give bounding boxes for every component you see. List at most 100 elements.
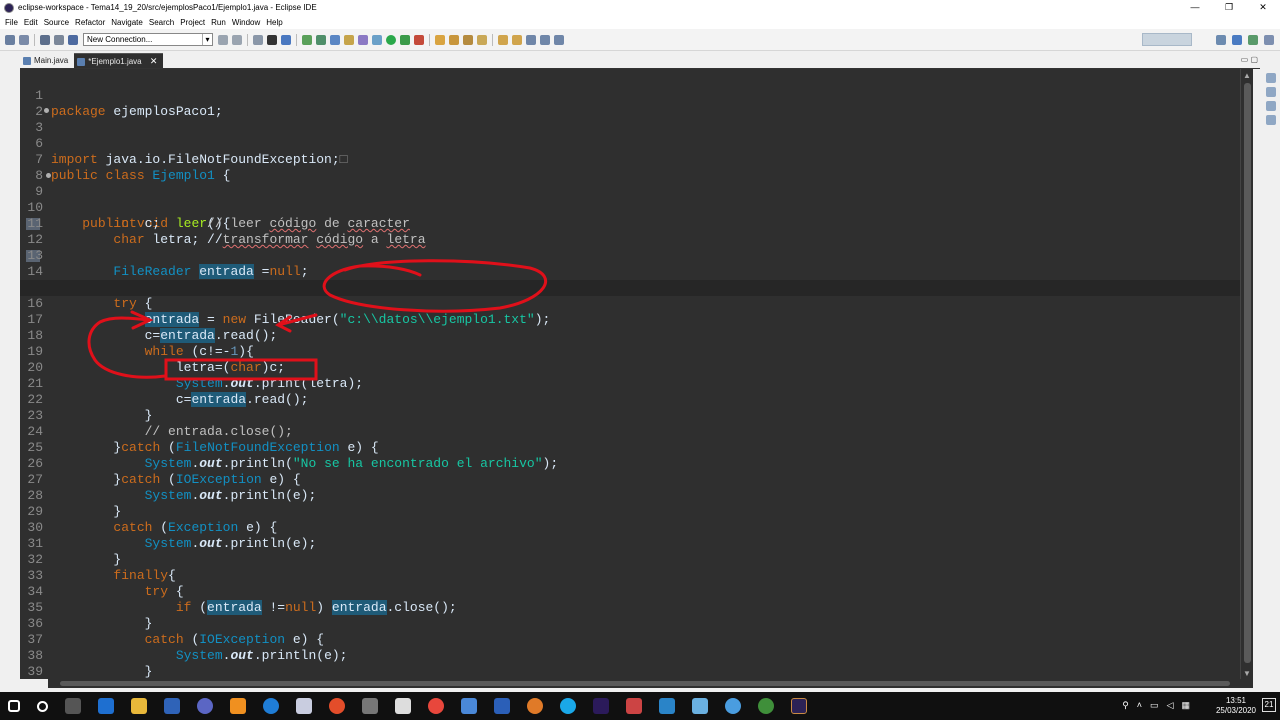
firefox-icon[interactable] <box>329 698 345 714</box>
word-icon[interactable] <box>494 698 510 714</box>
debug-perspective-icon[interactable] <box>1248 35 1258 45</box>
scroll-down-icon[interactable]: ▼ <box>1243 669 1251 678</box>
run-config-icon[interactable] <box>400 34 410 45</box>
chevron-down-icon[interactable]: ▾ <box>202 34 212 45</box>
next-annotation-icon[interactable] <box>498 34 508 45</box>
new-interface-icon[interactable] <box>344 34 354 45</box>
outline-icon[interactable] <box>1266 87 1276 97</box>
search-icon[interactable] <box>37 700 48 712</box>
file-explorer-icon[interactable] <box>131 698 147 714</box>
disconnect-icon[interactable] <box>232 34 242 45</box>
close-icon[interactable]: ✕ <box>150 56 158 66</box>
window-icon[interactable] <box>659 698 675 714</box>
tab-ejemplo1-java[interactable]: *Ejemplo1.java ✕ <box>74 53 164 68</box>
virtualbox-icon[interactable] <box>296 698 312 714</box>
database-icon[interactable] <box>362 698 378 714</box>
forward-icon[interactable] <box>554 34 564 45</box>
menu-file[interactable]: File <box>5 18 18 27</box>
volume-icon[interactable]: ◁ <box>1167 700 1174 711</box>
html-icon[interactable] <box>527 698 543 714</box>
git-icon[interactable] <box>758 698 774 714</box>
maximize-button[interactable]: ❐ <box>1212 0 1246 15</box>
notifications-button[interactable]: 21 <box>1262 698 1276 712</box>
premiere-icon[interactable] <box>593 698 609 714</box>
minimize-maximize-icon[interactable]: ▭ ▢ <box>1241 55 1258 64</box>
open-icon[interactable] <box>19 34 29 45</box>
build-icon[interactable] <box>253 34 263 45</box>
menu-edit[interactable]: Edit <box>24 18 38 27</box>
people-icon[interactable]: ⚲ <box>1122 700 1129 711</box>
cloud-icon[interactable] <box>725 698 741 714</box>
menu-bar: File Edit Source Refactor Navigate Searc… <box>0 15 1280 29</box>
toggle-mark-occurrences-icon[interactable] <box>463 34 473 45</box>
vertical-scrollbar[interactable]: ▲ ▼ <box>1240 69 1253 679</box>
code-line: 20 System.out.print(letra); <box>20 344 1253 391</box>
last-edit-icon[interactable] <box>526 34 536 45</box>
network-icon[interactable]: ▭ <box>1150 700 1159 711</box>
clock[interactable]: 13:51 25/03/2020 <box>1216 696 1256 716</box>
minimize-button[interactable]: — <box>1178 0 1212 15</box>
close-button[interactable]: ✕ <box>1246 0 1280 15</box>
new-java-project-icon[interactable] <box>302 34 312 45</box>
skip-breakpoints-icon[interactable] <box>281 34 291 45</box>
external-tools-icon[interactable] <box>414 34 424 45</box>
edit-app-icon[interactable] <box>692 698 708 714</box>
edit-icon[interactable] <box>477 34 487 45</box>
menu-refactor[interactable]: Refactor <box>75 18 105 27</box>
new-enum-icon[interactable] <box>358 34 368 45</box>
git-perspective-icon[interactable] <box>1264 35 1274 45</box>
store-icon[interactable] <box>98 698 114 714</box>
sublime-icon[interactable] <box>230 698 246 714</box>
chevron-up-icon[interactable]: ˄ <box>1137 700 1142 711</box>
menu-run[interactable]: Run <box>211 18 226 27</box>
windows-start-icon[interactable] <box>8 700 20 712</box>
edge-icon[interactable] <box>263 698 279 714</box>
fold-icon[interactable] <box>44 108 49 113</box>
menu-navigate[interactable]: Navigate <box>111 18 143 27</box>
3d-builder-icon[interactable] <box>461 698 477 714</box>
horizontal-scrollbar[interactable] <box>48 679 1253 688</box>
scan-icon[interactable] <box>395 698 411 714</box>
java-perspective-icon[interactable] <box>1232 35 1242 45</box>
run-icon[interactable] <box>386 34 396 45</box>
save-all-icon[interactable] <box>54 34 64 45</box>
vscode-icon[interactable] <box>164 698 180 714</box>
code-editor[interactable]: 1 package ejemplosPaco1; 2 3 import java… <box>20 69 1253 679</box>
connection-selector[interactable]: New Connection... ▾ <box>83 33 213 46</box>
menu-source[interactable]: Source <box>44 18 69 27</box>
scroll-up-icon[interactable]: ▲ <box>1243 71 1251 80</box>
prev-annotation-icon[interactable] <box>512 34 522 45</box>
menu-help[interactable]: Help <box>266 18 282 27</box>
back-icon[interactable] <box>540 34 550 45</box>
open-task-icon[interactable] <box>435 34 445 45</box>
skype-icon[interactable] <box>560 698 576 714</box>
debug-icon[interactable] <box>267 34 277 45</box>
open-type-icon[interactable] <box>372 34 382 45</box>
terminal-icon[interactable] <box>68 34 78 45</box>
menu-window[interactable]: Window <box>232 18 260 27</box>
keyboard-icon[interactable]: ▦ <box>1181 700 1190 711</box>
eclipse-taskbar-icon[interactable] <box>791 698 807 714</box>
code-line: 13 FileReader entrada =null; <box>20 232 1253 279</box>
search-icon[interactable] <box>449 34 459 45</box>
save-icon[interactable] <box>40 34 50 45</box>
restore-icon[interactable] <box>1266 73 1276 83</box>
chrome-icon[interactable] <box>428 698 444 714</box>
menu-project[interactable]: Project <box>180 18 205 27</box>
scrollbar-thumb[interactable] <box>60 681 1230 686</box>
problems-icon[interactable] <box>1266 115 1276 125</box>
connect-icon[interactable] <box>218 34 228 45</box>
tab-main-java[interactable]: Main.java <box>20 53 74 68</box>
new-package-icon[interactable] <box>316 34 326 45</box>
scrollbar-thumb[interactable] <box>1244 83 1251 663</box>
new-class-icon[interactable] <box>330 34 340 45</box>
fold-icon[interactable] <box>46 173 51 178</box>
task-view-icon[interactable] <box>65 698 81 714</box>
new-icon[interactable] <box>5 34 15 45</box>
perspective-icon[interactable] <box>1216 35 1226 45</box>
notes-icon[interactable] <box>626 698 642 714</box>
app-icon[interactable] <box>197 698 213 714</box>
task-list-icon[interactable] <box>1266 101 1276 111</box>
menu-search[interactable]: Search <box>149 18 174 27</box>
quick-access-field[interactable] <box>1142 33 1192 46</box>
